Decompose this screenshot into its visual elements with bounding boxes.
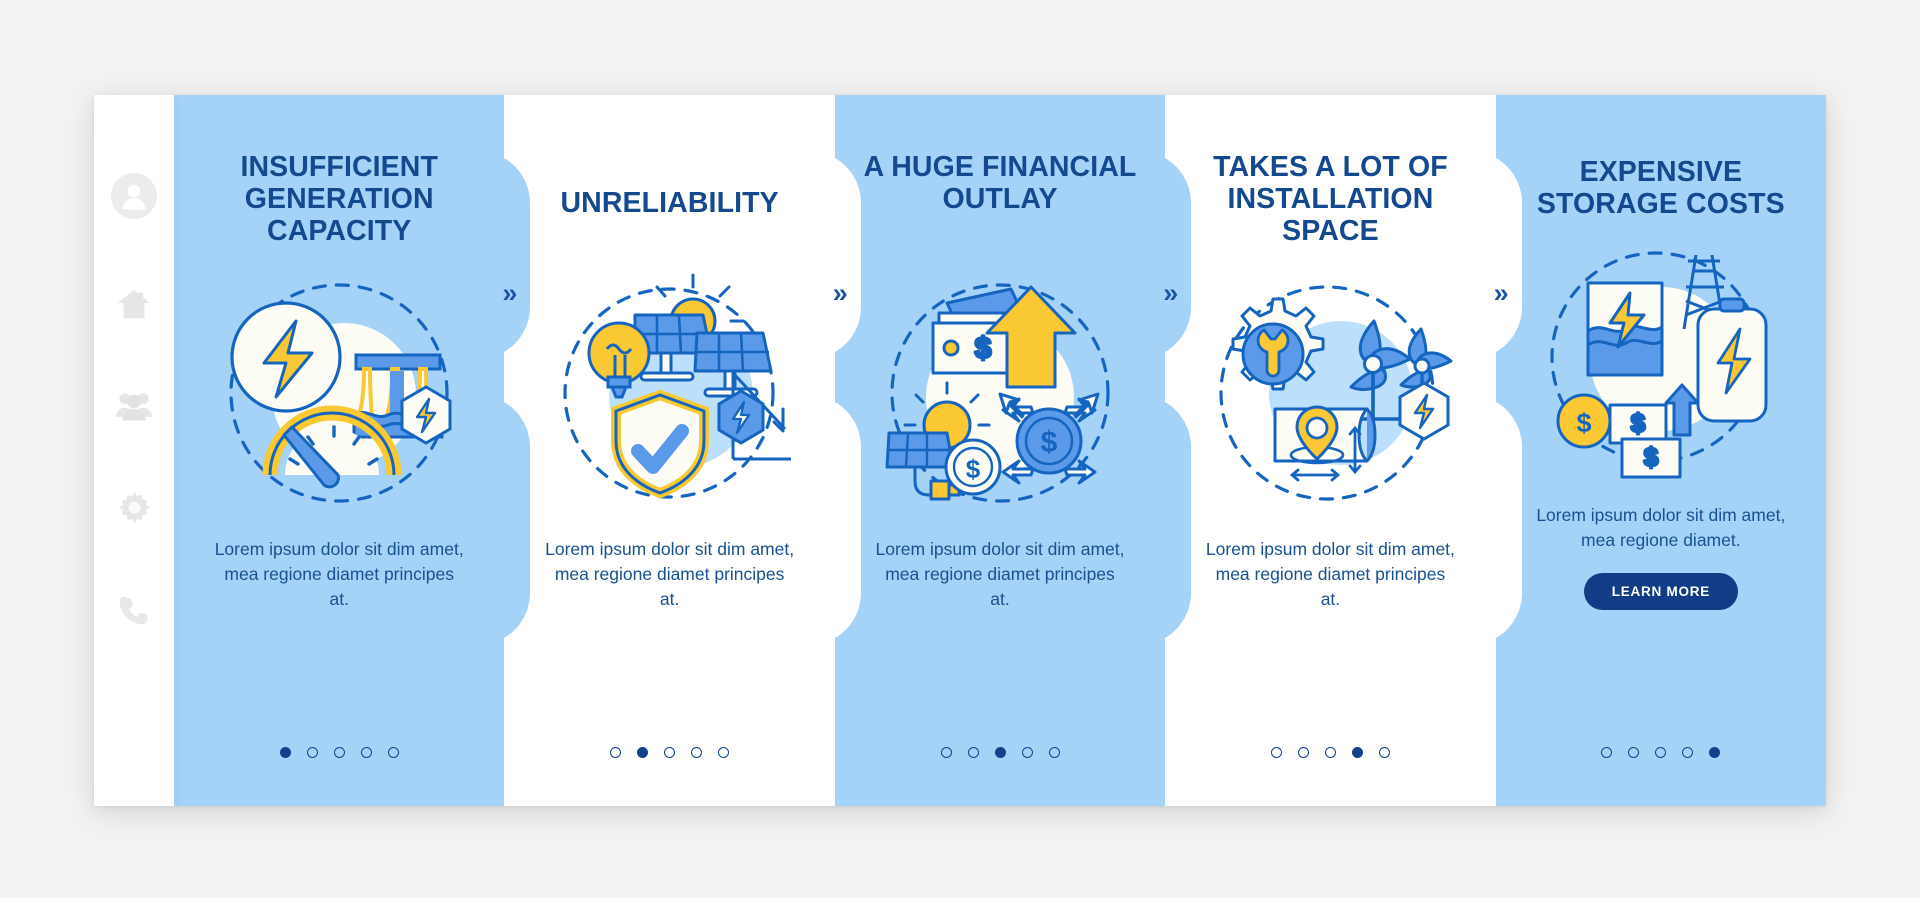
card-title: EXPENSIVE STORAGE COSTS [1536, 155, 1785, 220]
card-content-2: UNRELIABILITY Lorem ipsum dolor sit dim … [504, 95, 834, 806]
battery-storage-cost-illustration: $ $ $ [1536, 235, 1786, 485]
onboarding-card-1: INSUFFICIENT GENERATION CAPACITY Lorem i… [174, 95, 531, 806]
card-body-text: Lorem ipsum dolor sit dim amet, mea regi… [1205, 539, 1455, 610]
home-icon[interactable] [111, 281, 157, 327]
card-content-3: A HUGE FINANCIAL OUTLAY $ $ $ Lorem ipsu… [835, 95, 1165, 806]
onboarding-card-2: UNRELIABILITY Lorem ipsum dolor sit dim … [504, 95, 861, 806]
card-title: TAKES A LOT OF INSTALLATION SPACE [1213, 151, 1448, 248]
card-body-text: Lorem ipsum dolor sit dim amet, mea regi… [875, 539, 1125, 610]
onboarding-template-frame: INSUFFICIENT GENERATION CAPACITY Lorem i… [94, 95, 1826, 806]
card-title: INSUFFICIENT GENERATION CAPACITY [240, 151, 438, 248]
gear-icon[interactable] [111, 485, 157, 531]
card-content-5: EXPENSIVE STORAGE COSTS $ $ $ Lorem ipsu… [1496, 95, 1826, 806]
solar-panel-shield-illustration [545, 265, 795, 515]
learn-more-button[interactable]: LEARN MORE [1583, 573, 1738, 611]
wind-turbine-blueprint-illustration [1205, 265, 1455, 515]
hydro-power-gauge-illustration [214, 265, 464, 515]
card-body-text: Lorem ipsum dolor sit dim amet, mea regi… [1536, 505, 1786, 551]
users-icon[interactable] [111, 383, 157, 429]
svg-text:$: $ [975, 332, 992, 365]
phone-icon[interactable] [111, 587, 157, 633]
money-cost-illustration: $ $ $ [875, 265, 1125, 515]
avatar-icon[interactable] [111, 173, 157, 219]
card-title: UNRELIABILITY [560, 186, 779, 219]
card-title: A HUGE FINANCIAL OUTLAY [863, 151, 1137, 216]
card-content-1: INSUFFICIENT GENERATION CAPACITY Lorem i… [174, 95, 504, 806]
sidebar [94, 95, 174, 806]
onboarding-card-4: TAKES A LOT OF INSTALLATION SPACE Lorem … [1165, 95, 1522, 806]
onboarding-card-3: A HUGE FINANCIAL OUTLAY $ $ $ Lorem ipsu… [834, 95, 1192, 806]
svg-text:$: $ [1644, 442, 1659, 472]
svg-text:$: $ [1576, 408, 1591, 438]
svg-text:$: $ [966, 454, 981, 484]
onboarding-card-5: EXPENSIVE STORAGE COSTS $ $ $ Lorem ipsu… [1495, 95, 1826, 806]
svg-text:$: $ [1631, 408, 1646, 438]
card-body-text: Lorem ipsum dolor sit dim amet, mea regi… [214, 539, 464, 610]
card-body-text: Lorem ipsum dolor sit dim amet, mea regi… [545, 539, 795, 610]
onboarding-cards-strip: INSUFFICIENT GENERATION CAPACITY Lorem i… [174, 95, 1826, 806]
card-content-4: TAKES A LOT OF INSTALLATION SPACE Lorem … [1165, 95, 1495, 806]
svg-text:$: $ [1041, 426, 1058, 459]
